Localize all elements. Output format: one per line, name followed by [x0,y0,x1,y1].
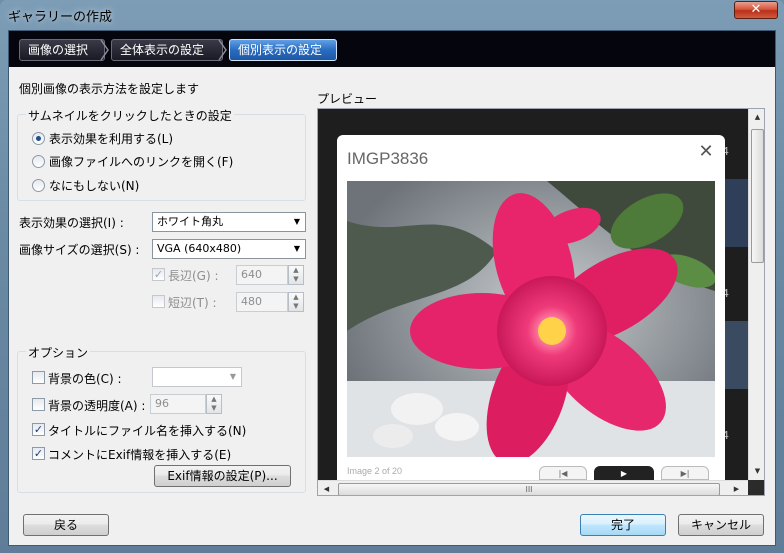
finish-button[interactable]: 完了 [580,514,666,536]
spin-up-icon: ▲ [293,266,299,274]
dropdown-arrow-icon: ▼ [293,244,301,253]
dropdown-arrow-icon: ▼ [293,217,301,226]
long-side-label: 長辺(G) : [168,269,219,283]
dialog-window: ギャラリーの作成 ✕ 画像の選択 全体表示の設定 個別表示の設定 個別画像の表示… [0,0,784,553]
preview-vertical-scrollbar[interactable]: ▲ ▼ [748,109,764,480]
prev-image-button[interactable]: |◀ [539,466,587,480]
click-settings-title: サムネイルをクリックしたときの設定 [26,107,234,124]
title-bar[interactable]: ギャラリーの作成 ✕ [0,0,784,28]
exif-settings-button[interactable]: Exif情報の設定(P)... [154,465,291,487]
insert-exif-checkbox[interactable]: ✓ [32,447,45,460]
chevron-right-icon [218,39,227,61]
effect-select-label: 表示効果の選択(I) : [19,216,124,230]
dropdown-arrow-icon: ▼ [229,372,237,381]
next-image-button[interactable]: ▶| [661,466,709,480]
scroll-up-icon[interactable]: ▲ [749,109,764,126]
step-label: 個別表示の設定 [238,43,323,57]
cancel-button[interactable]: キャンセル [678,514,764,536]
size-select-label: 画像サイズの選択(S) : [19,243,140,257]
short-side-value: 480 [241,295,262,308]
scroll-down-icon[interactable]: ▼ [749,463,764,480]
next-icon: ▶| [680,469,690,478]
short-side-input[interactable]: 480 [236,292,288,312]
radio-open-link[interactable] [32,155,45,168]
horizontal-scroll-thumb[interactable]: III [338,483,720,495]
play-button[interactable]: ▶ [594,466,654,480]
options-title: オプション [26,344,91,361]
insert-title-checkbox[interactable]: ✓ [32,423,45,436]
step-label: 全体表示の設定 [120,43,205,57]
long-side-spinner[interactable]: ▲ ▼ [288,265,304,285]
lightbox-close-icon[interactable]: ✕ [695,141,717,163]
bg-opacity-checkbox[interactable] [32,398,45,411]
section-heading: 個別画像の表示方法を設定します [19,82,200,96]
spin-down-icon: ▼ [211,404,217,412]
flower-photo [347,181,715,457]
insert-title-label[interactable]: タイトルにファイル名を挿入する(N) [48,422,246,439]
effect-select-value: ホワイト角丸 [157,215,223,228]
radio-use-effect[interactable] [32,132,45,145]
step-image-select[interactable]: 画像の選択 [19,39,105,61]
dialog-client: 画像の選択 全体表示の設定 個別表示の設定 個別画像の表示方法を設定します サム… [8,30,776,546]
wizard-steps-bar: 画像の選択 全体表示の設定 個別表示の設定 [9,31,775,67]
prev-icon: |◀ [558,469,568,478]
bg-color-label[interactable]: 背景の色(C) : [48,370,122,387]
bg-opacity-input[interactable]: 96 [150,394,206,414]
preview-pane: 4 4 4 IMGP3836 ✕ Image 2 of 20 |◀ ▶ ▶| ▲… [317,108,765,496]
step-label: 画像の選択 [28,43,89,57]
close-button[interactable]: ✕ [734,1,778,19]
radio-use-effect-label[interactable]: 表示効果を利用する(L) [49,130,173,147]
effect-select[interactable]: ホワイト角丸 ▼ [152,212,306,232]
step-individual-display[interactable]: 個別表示の設定 [229,39,337,61]
short-side-checkbox[interactable] [152,295,165,308]
radio-do-nothing-label[interactable]: なにもしない(N) [49,177,139,194]
insert-exif-label[interactable]: コメントにExif情報を挿入する(E) [48,446,231,463]
back-button[interactable]: 戻る [23,514,109,536]
long-side-checkbox[interactable]: ✓ [152,268,165,281]
spin-down-icon: ▼ [293,302,299,310]
preview-photo [347,181,715,457]
size-select-value: VGA (640x480) [157,242,242,255]
size-select[interactable]: VGA (640x480) ▼ [152,239,306,259]
preview-horizontal-scrollbar[interactable]: ◀ III ▶ [318,480,748,495]
long-side-value: 640 [241,268,262,281]
step-global-display[interactable]: 全体表示の設定 [111,39,223,61]
spin-up-icon: ▲ [211,395,217,403]
scroll-right-icon[interactable]: ▶ [728,481,745,495]
bg-opacity-label[interactable]: 背景の透明度(A) : [48,397,145,414]
bg-opacity-spinner[interactable]: ▲ ▼ [206,394,222,414]
short-side-label: 短辺(T) : [168,296,217,310]
thumbnail-image [722,321,748,389]
lightbox-caption: Image 2 of 20 [347,466,403,476]
short-side-spinner[interactable]: ▲ ▼ [288,292,304,312]
preview-label: プレビュー [317,92,378,106]
chevron-right-icon [100,39,109,61]
window-title: ギャラリーの作成 [8,10,113,25]
close-icon: ✕ [750,2,762,17]
thumbnail-image [722,179,748,247]
spin-down-icon: ▼ [293,275,299,283]
vertical-scroll-thumb[interactable] [751,129,764,263]
lightbox-popup: IMGP3836 ✕ Image 2 of 20 |◀ ▶ ▶| [337,135,725,480]
bg-color-picker[interactable]: ▼ [152,367,242,387]
spin-up-icon: ▲ [293,293,299,301]
lightbox-title: IMGP3836 [347,149,429,168]
scroll-left-icon[interactable]: ◀ [318,481,335,495]
radio-do-nothing[interactable] [32,179,45,192]
play-icon: ▶ [620,469,628,478]
bg-color-checkbox[interactable] [32,371,45,384]
radio-open-link-label[interactable]: 画像ファイルへのリンクを開く(F) [49,153,233,170]
bg-opacity-value: 96 [155,397,169,410]
long-side-input[interactable]: 640 [236,265,288,285]
